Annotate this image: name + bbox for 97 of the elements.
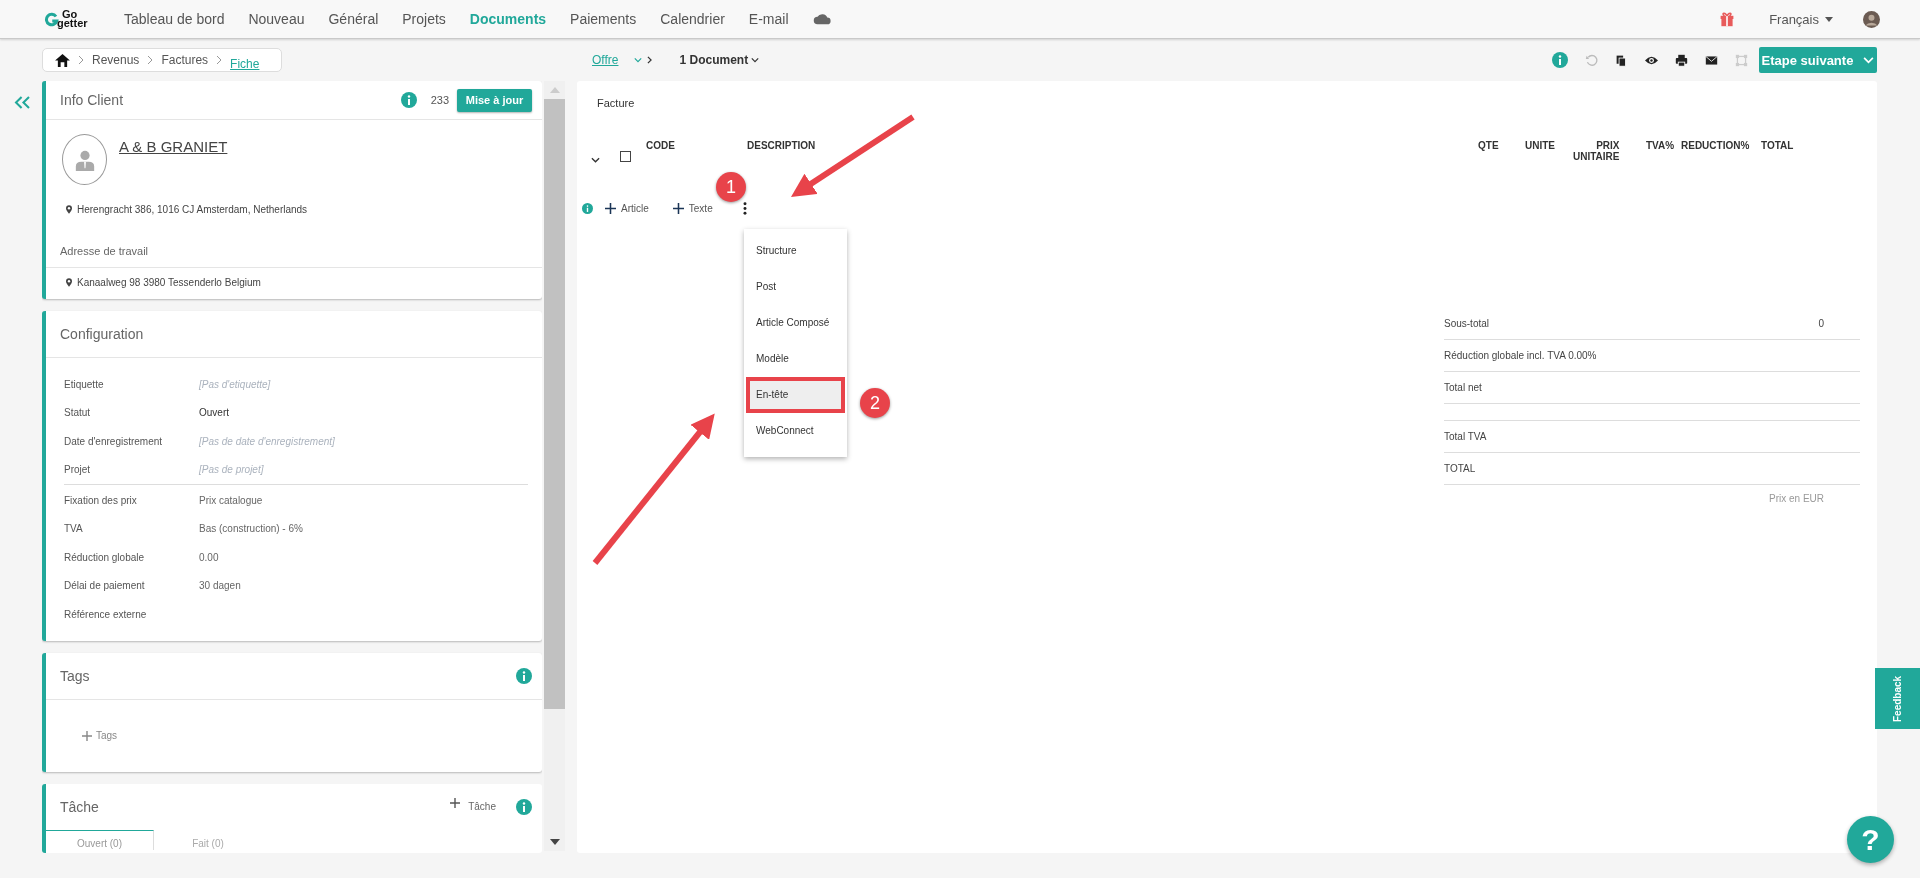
column-header: PRIX UNITAIRE bbox=[1573, 140, 1620, 162]
column-header: TVA% bbox=[1646, 140, 1676, 151]
column-header: TOTAL bbox=[1761, 140, 1794, 151]
nav-link[interactable]: Calendrier bbox=[660, 11, 725, 27]
chevron-right-icon bbox=[647, 56, 653, 64]
nav-link[interactable]: Paiements bbox=[570, 11, 637, 27]
nav-link[interactable]: Tableau de bord bbox=[124, 11, 225, 27]
scrollbar[interactable] bbox=[544, 81, 565, 851]
info-icon[interactable] bbox=[1552, 52, 1568, 68]
column-header: CODE bbox=[646, 140, 676, 151]
add-task-button[interactable]: Tâche bbox=[450, 801, 496, 812]
field-label: Projet bbox=[64, 464, 92, 476]
caret-icon bbox=[1825, 16, 1833, 22]
field-label: Référence externe bbox=[64, 608, 148, 620]
gift-icon[interactable] bbox=[1719, 11, 1736, 27]
location-pin-icon bbox=[66, 205, 72, 214]
total-label: Réduction globale incl. TVA 0.00% bbox=[1444, 350, 1597, 361]
chevron-icon bbox=[147, 55, 154, 65]
nav-link[interactable]: Projets bbox=[402, 11, 446, 27]
field-value[interactable]: Bas (construction) - 6% bbox=[199, 523, 303, 535]
avatar-icon[interactable] bbox=[1863, 10, 1880, 28]
field-value[interactable]: 30 dagen bbox=[199, 580, 241, 592]
collapse-icon[interactable] bbox=[14, 96, 31, 109]
client-avatar-icon bbox=[62, 134, 107, 185]
plus-icon bbox=[672, 202, 684, 214]
cloud-icon[interactable] bbox=[812, 13, 831, 25]
language-dropdown[interactable]: Français bbox=[1769, 11, 1833, 27]
column-header: REDUCTION% bbox=[1681, 140, 1751, 151]
nav-link[interactable]: Nouveau bbox=[248, 11, 305, 27]
field-value[interactable]: Ouvert bbox=[199, 407, 229, 419]
more-options-icon[interactable] bbox=[742, 201, 747, 215]
field-label: Date d'enregistrement bbox=[64, 435, 164, 447]
column-header: QTE bbox=[1478, 140, 1499, 151]
logo[interactable]: Go getter bbox=[44, 10, 124, 28]
logo-text: getter bbox=[57, 19, 88, 28]
chevron-icon bbox=[216, 55, 223, 65]
menu-item[interactable]: Structure bbox=[744, 233, 847, 269]
field-label: TVA bbox=[64, 523, 84, 535]
column-header: DESCRIPTION bbox=[747, 140, 817, 151]
menu-item[interactable]: WebConnect bbox=[744, 413, 847, 449]
section-label: Adresse de travail bbox=[46, 215, 542, 268]
chevron-down-icon[interactable] bbox=[591, 157, 600, 163]
field-value[interactable]: Prix catalogue bbox=[199, 494, 263, 506]
print-icon[interactable] bbox=[1675, 53, 1688, 67]
copy-icon[interactable] bbox=[1615, 53, 1628, 67]
work-address: Kanaalweg 98 3980 Tessenderlo Belgium bbox=[77, 277, 261, 288]
info-icon[interactable] bbox=[582, 202, 593, 214]
field-label: Etiquette bbox=[64, 378, 105, 390]
client-number: 233 bbox=[430, 94, 449, 106]
plus-icon bbox=[605, 202, 616, 214]
total-value: 0 bbox=[1818, 318, 1824, 329]
field-label: Réduction globale bbox=[64, 551, 146, 563]
field-label: Délai de paiement bbox=[64, 580, 146, 592]
documents-dropdown[interactable]: 1 Document bbox=[679, 53, 760, 67]
field-label: Statut bbox=[64, 407, 92, 419]
plus-icon bbox=[82, 730, 92, 741]
mail-icon[interactable] bbox=[1705, 53, 1718, 67]
location-pin-icon bbox=[66, 278, 72, 287]
menu-item[interactable]: Modèle bbox=[744, 341, 847, 377]
add-line-button[interactable]: Texte bbox=[672, 202, 713, 214]
caret-icon bbox=[1863, 56, 1875, 64]
select-all-checkbox[interactable] bbox=[620, 151, 631, 162]
add-line-button[interactable]: Article bbox=[605, 202, 649, 214]
chevron-icon bbox=[78, 55, 84, 65]
field-label: Fixation des prix bbox=[64, 494, 138, 506]
document-title: Facture bbox=[597, 97, 636, 109]
info-icon[interactable] bbox=[400, 92, 417, 108]
currency-note: Prix en EUR bbox=[1768, 493, 1824, 504]
total-label: Total net bbox=[1444, 382, 1482, 393]
total-label: Sous-total bbox=[1444, 318, 1490, 329]
field-value[interactable]: 0.00 bbox=[199, 551, 219, 563]
nav-link[interactable]: Général bbox=[328, 11, 379, 27]
total-label: TOTAL bbox=[1444, 463, 1476, 474]
add-tag-button[interactable]: Tags bbox=[82, 730, 118, 741]
info-icon[interactable] bbox=[516, 798, 532, 815]
logo-text: Go bbox=[62, 10, 78, 19]
card-title: Tags bbox=[60, 667, 90, 684]
column-header: UNITE bbox=[1525, 140, 1556, 151]
client-address: Herengracht 386, 1016 CJ Amsterdam, Netherlands bbox=[77, 204, 308, 215]
scroll-down-icon[interactable] bbox=[549, 839, 560, 845]
card-title: Info Client bbox=[60, 92, 124, 108]
breadcrumb-link[interactable]: Revenus bbox=[92, 53, 140, 67]
menu-item[interactable]: Post bbox=[744, 269, 847, 305]
card-title: Configuration bbox=[60, 326, 144, 342]
card-title: Tâche bbox=[60, 798, 99, 815]
menu-item[interactable]: En-tête bbox=[746, 377, 845, 413]
total-label: Total TVA bbox=[1444, 431, 1487, 442]
client-name-link[interactable]: A & B GRANIET bbox=[119, 138, 228, 155]
undo-icon[interactable] bbox=[1585, 53, 1598, 67]
nav-link[interactable]: E-mail bbox=[748, 11, 789, 27]
menu-item[interactable]: Article Composé bbox=[744, 305, 847, 341]
home-icon[interactable] bbox=[55, 53, 70, 67]
info-icon[interactable] bbox=[516, 667, 532, 684]
caret-icon bbox=[751, 57, 760, 63]
plus-icon bbox=[450, 797, 461, 808]
logo-mark-icon bbox=[44, 11, 59, 27]
breadcrumb-link[interactable]: Factures bbox=[161, 53, 209, 67]
